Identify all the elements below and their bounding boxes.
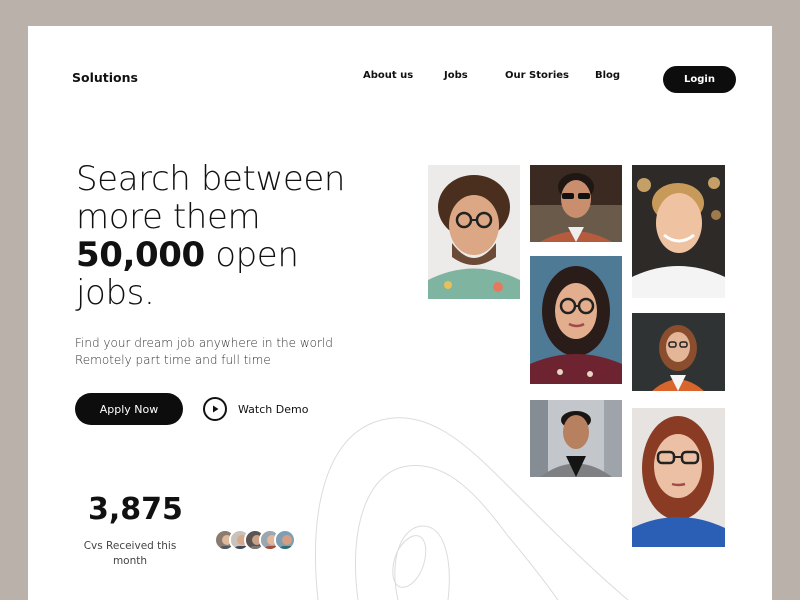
login-button[interactable]: Login xyxy=(663,66,736,93)
nav-our-stories[interactable]: Our Stories xyxy=(505,70,569,81)
nav-jobs[interactable]: Jobs xyxy=(444,70,468,81)
cv-count: 3,875 xyxy=(88,492,183,527)
landing-card: Solutions About us Jobs Our Stories Blog… xyxy=(28,26,772,600)
candidate-photo xyxy=(530,256,622,384)
candidate-photo xyxy=(428,165,520,299)
nav-about-us[interactable]: About us xyxy=(363,70,413,81)
apply-now-button[interactable]: Apply Now xyxy=(75,393,183,425)
candidate-photo xyxy=(530,400,622,477)
hero-line-3-rest: open xyxy=(204,235,299,275)
hero-subtitle-line-2: Remotely part time and full time xyxy=(75,353,271,367)
candidate-photo xyxy=(632,408,725,547)
play-icon xyxy=(203,397,227,421)
hero-line-1: Search between xyxy=(76,159,346,199)
hero-subtitle-line-1: Find your dream job anywhere in the worl… xyxy=(75,336,333,350)
avatar-stack xyxy=(214,529,296,551)
hero-line-2: more them xyxy=(76,197,261,237)
candidate-photo xyxy=(632,165,725,298)
hero-headline: Search between more them 50,000 open job… xyxy=(76,160,396,312)
hero-subtitle: Find your dream job anywhere in the worl… xyxy=(75,335,333,369)
hero-line-3: 50,000 open xyxy=(76,236,396,274)
cv-count-label: Cvs Received this month xyxy=(83,540,177,567)
candidate-photo xyxy=(530,165,622,242)
brand-logo[interactable]: Solutions xyxy=(72,70,138,85)
hero-job-count: 50,000 xyxy=(76,235,205,275)
watch-demo-button[interactable]: Watch Demo xyxy=(203,397,308,421)
candidate-photo xyxy=(632,313,725,391)
nav-blog[interactable]: Blog xyxy=(595,70,620,81)
avatar xyxy=(274,529,296,551)
watch-demo-label: Watch Demo xyxy=(238,402,309,416)
hero-line-4: jobs. xyxy=(76,273,155,313)
